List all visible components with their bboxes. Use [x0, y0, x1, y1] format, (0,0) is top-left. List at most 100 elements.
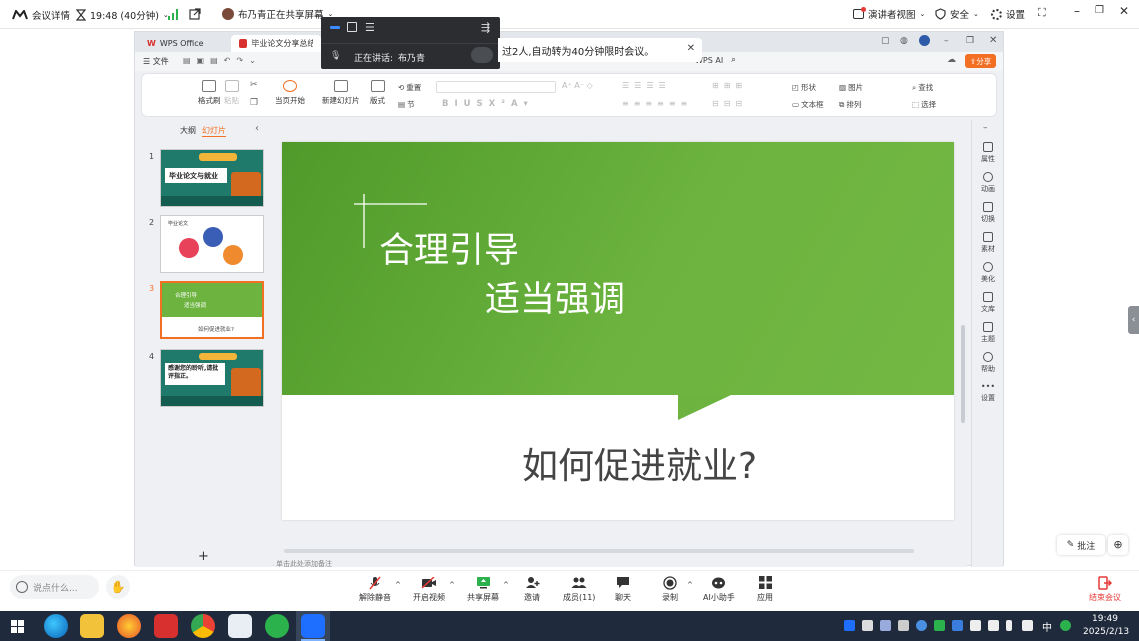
quick-access-toolbar[interactable]: ▤▣▤↶↷⌄ [183, 56, 262, 65]
font-style-icons[interactable]: BIUSX²A▾ [442, 99, 534, 109]
panel-library[interactable]: 文库 [972, 292, 1004, 314]
panel-animation[interactable]: 动画 [972, 172, 1004, 194]
minimize-icon[interactable] [330, 26, 340, 29]
firefox-icon[interactable] [117, 614, 141, 638]
microphone-icon[interactable] [1006, 620, 1012, 631]
copy-icon[interactable]: ❐ [250, 98, 258, 108]
tab-slides[interactable]: 幻灯片 [202, 125, 226, 137]
search-icon[interactable]: ⌕ [731, 55, 736, 65]
picture-button[interactable]: ▨ 图片 [839, 82, 863, 93]
collapse-panel-icon[interactable]: ‹ [255, 123, 259, 134]
wps-app-icon[interactable] [154, 614, 178, 638]
chevron-up-icon[interactable]: ^ [395, 581, 401, 589]
chat-input[interactable]: 说点什么... [10, 575, 99, 599]
end-meeting-button[interactable]: 结束会议 [1089, 575, 1121, 603]
meeting-timer[interactable]: 19:48 (40分钟) ⌄ [76, 8, 169, 22]
current-slide[interactable]: 合理引导 适当强调 如何促进就业? [282, 142, 954, 520]
sharer-status[interactable]: 布乃青正在共享屏幕 ⌄ [222, 7, 333, 21]
settings-button[interactable]: 设置 [991, 7, 1025, 21]
taskbar-clock[interactable]: 19:49 [1092, 614, 1118, 624]
minimize-icon[interactable]: – [1074, 4, 1080, 18]
avatar-app-icon[interactable] [228, 614, 252, 638]
cloud-sync-icon[interactable]: ☁ [947, 55, 956, 65]
raise-hand-button[interactable]: ✋ [106, 575, 130, 599]
tray-app-icon[interactable] [1060, 620, 1071, 631]
panel-transition[interactable]: 切换 [972, 202, 1004, 224]
textbox-button[interactable]: ▭ 文本框 [792, 99, 824, 110]
unmute-button[interactable]: 解除静音 [359, 575, 391, 603]
font-family-select[interactable] [436, 81, 556, 93]
list-icon[interactable]: ☰ [365, 21, 375, 34]
tray-meeting-icon[interactable] [844, 620, 855, 631]
layout-button[interactable]: 版式 [370, 80, 385, 106]
slide-thumbnail-3[interactable]: 合理引导 适当强调 如何促进就业? [160, 281, 264, 339]
meeting-details-button[interactable]: 会议详情 [12, 8, 70, 22]
tencent-meeting-icon[interactable] [301, 614, 325, 638]
avatar[interactable] [919, 35, 930, 46]
input-method-indicator[interactable]: 中 [1042, 619, 1052, 634]
tab-wps-office[interactable]: W WPS Office [139, 35, 227, 52]
text-direction-icons[interactable]: ⊞⊞⊞ [712, 81, 747, 90]
close-icon[interactable]: ✕ [687, 43, 695, 54]
start-video-button[interactable]: 开启视频 [413, 575, 445, 603]
section-button[interactable]: ▤ 节 [398, 99, 415, 110]
tray-app-icon[interactable] [898, 620, 909, 631]
tray-app-icon[interactable] [880, 620, 891, 631]
collapse-icon[interactable]: – [983, 123, 988, 133]
slide-thumbnail-1[interactable]: 毕业论文与就业 [160, 149, 264, 207]
chevron-up-icon[interactable]: ^ [449, 581, 455, 589]
panel-help[interactable]: 帮助 [972, 352, 1004, 374]
close-icon[interactable]: ✕ [989, 35, 997, 46]
horizontal-scrollbar[interactable] [284, 549, 914, 553]
cloud-icon[interactable]: ◍ [900, 36, 908, 46]
line-spacing-icons[interactable]: ⊟⊟⊟ [712, 99, 747, 108]
paste-button[interactable]: 粘贴 [224, 80, 239, 106]
taskbar-date[interactable]: 2025/2/13 [1083, 627, 1129, 637]
apps-button[interactable]: 应用 [757, 575, 773, 603]
side-expand-handle[interactable]: ‹ [1128, 306, 1139, 334]
edge-browser-icon[interactable] [44, 614, 68, 638]
ai-assistant-button[interactable]: AI小助手 [703, 575, 735, 603]
cut-icon[interactable]: ✂ [250, 80, 258, 90]
shape-button[interactable]: ◰ 形状 [792, 82, 816, 93]
window-tile-icon[interactable]: ▢ [881, 36, 890, 46]
tab-pptx-file[interactable]: 毕业论文分享总结.pptx [231, 35, 321, 52]
chat-button[interactable]: 聊天 [615, 575, 631, 603]
battery-icon[interactable] [988, 620, 999, 631]
new-slide-button[interactable]: 新建幻灯片 [322, 80, 360, 106]
invite-button[interactable]: 邀请 [524, 575, 540, 603]
expand-panel-icon[interactable]: ⇶ [481, 21, 490, 34]
zoom-button[interactable]: ⊕ [1108, 535, 1128, 555]
arrange-button[interactable]: ⧉ 排列 [839, 99, 861, 110]
wechat-icon[interactable] [265, 614, 289, 638]
paragraph-list-icons[interactable]: ☰☰☰☰ [622, 81, 671, 90]
security-button[interactable]: 安全 ⌄ [935, 7, 979, 21]
external-link-icon[interactable] [189, 8, 201, 20]
restore-icon[interactable]: ❐ [966, 36, 974, 46]
volume-icon[interactable] [970, 620, 981, 631]
format-painter-button[interactable]: 格式刷 [198, 80, 221, 106]
alignment-icons[interactable]: ≡≡≡≡≡≡ [622, 99, 692, 108]
chevron-up-icon[interactable]: ^ [503, 581, 509, 589]
font-size-icons[interactable]: A⁺ A⁻ ◇ [562, 81, 593, 90]
play-current-button[interactable]: 当页开始 [275, 80, 305, 106]
shield-icon[interactable] [916, 620, 927, 631]
vertical-scrollbar[interactable] [961, 325, 965, 423]
fullscreen-icon[interactable]: ⛶ [1038, 6, 1046, 20]
tray-wechat-icon[interactable] [934, 620, 945, 631]
share-screen-button[interactable]: 共享屏幕 [467, 575, 499, 603]
chrome-icon[interactable] [191, 614, 215, 638]
window-icon[interactable] [347, 22, 357, 32]
bluetooth-icon[interactable] [952, 620, 963, 631]
close-icon[interactable]: ✕ [1119, 4, 1129, 18]
add-slide-button[interactable]: + [198, 549, 209, 564]
restore-icon[interactable]: ❐ [1095, 5, 1104, 16]
select-button[interactable]: ⬚ 选择 [912, 99, 936, 110]
windows-start-icon[interactable] [11, 620, 24, 633]
file-explorer-icon[interactable] [80, 614, 104, 638]
slide-thumbnail-4[interactable]: 感谢您的聆听,请批评指正。 [160, 349, 264, 407]
panel-settings[interactable]: ••• 设置 [972, 382, 1004, 403]
notes-placeholder[interactable]: 单击此处添加备注 [276, 559, 332, 569]
members-button[interactable]: 成员(11) [563, 575, 595, 603]
annotate-button[interactable]: ✎ 批注 [1057, 535, 1105, 555]
